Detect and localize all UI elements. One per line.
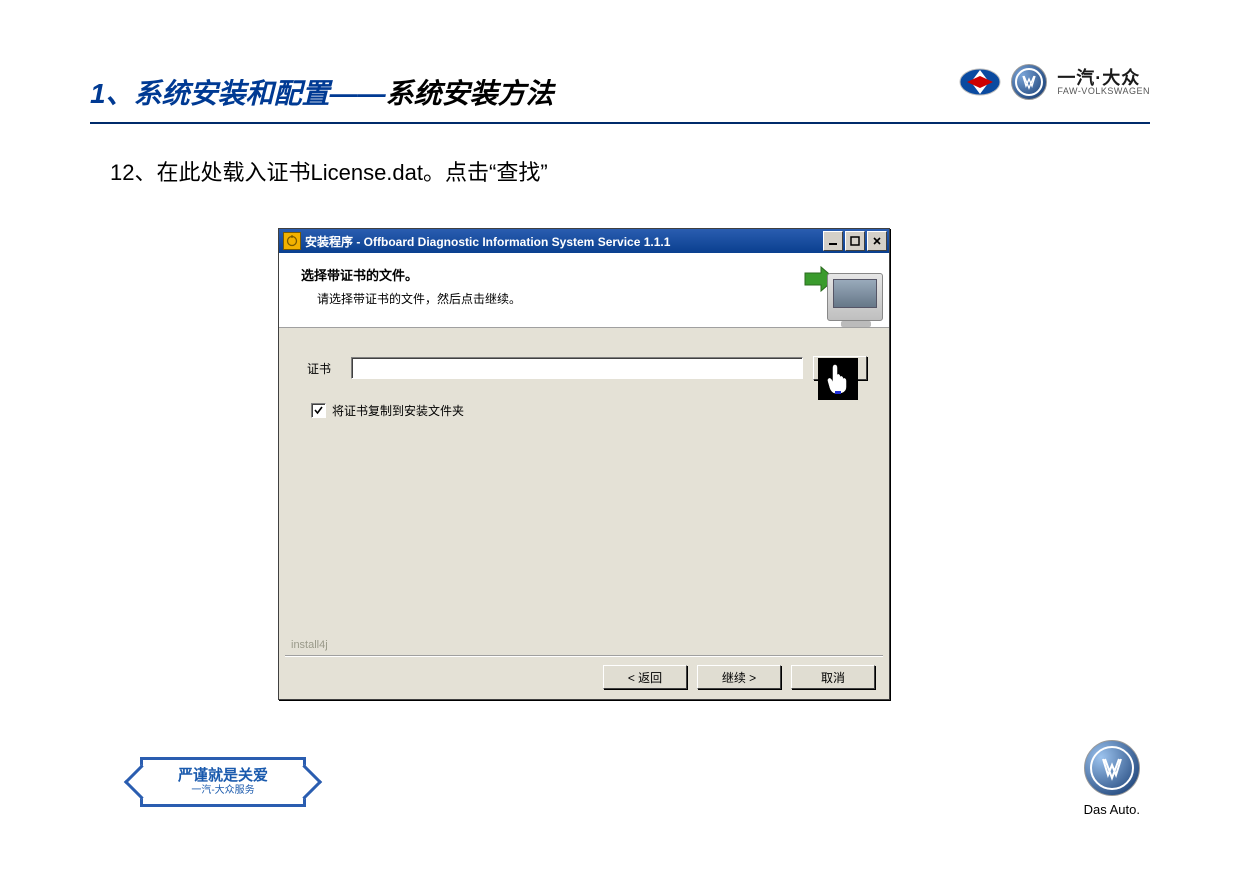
dialog-body: 证书 查找 将证书复制到安装文件夹 bbox=[279, 328, 889, 419]
service-badge: 严谨就是关爱 一汽-大众服务 bbox=[140, 757, 306, 807]
cancel-button[interactable]: 取消 bbox=[791, 665, 875, 689]
installer-dialog: 安装程序 - Offboard Diagnostic Information S… bbox=[278, 228, 890, 700]
title-rule bbox=[90, 122, 1150, 124]
titlebar[interactable]: 安装程序 - Offboard Diagnostic Information S… bbox=[279, 229, 889, 253]
title-blue: 系统安装和配置—— bbox=[134, 78, 386, 109]
next-button[interactable]: 继续 > bbox=[697, 665, 781, 689]
vw-logo-icon bbox=[1011, 64, 1047, 100]
vw-logo-bottom: Das Auto. bbox=[1084, 740, 1140, 817]
maximize-button[interactable] bbox=[845, 231, 865, 251]
das-auto-text: Das Auto. bbox=[1084, 802, 1140, 817]
certificate-input[interactable] bbox=[351, 357, 803, 379]
header-title: 选择带证书的文件。 bbox=[301, 265, 873, 284]
step-instruction: 12、在此处载入证书License.dat。点击“查找” bbox=[110, 155, 548, 187]
separator bbox=[285, 655, 883, 657]
vw-logo-large-icon bbox=[1084, 740, 1140, 796]
faw-emblem-icon bbox=[959, 66, 1001, 98]
hand-cursor-icon bbox=[825, 363, 851, 395]
faw-cn: 一汽·大众 bbox=[1057, 69, 1150, 87]
title-black: 系统安装方法 bbox=[386, 78, 554, 109]
copy-checkbox[interactable] bbox=[311, 403, 326, 418]
back-button[interactable]: < 返回 bbox=[603, 665, 687, 689]
header-subtitle: 请选择带证书的文件，然后点击继续。 bbox=[317, 290, 873, 307]
faw-brand-text: 一汽·大众 FAW-VOLKSWAGEN bbox=[1057, 69, 1150, 96]
header-panel: 选择带证书的文件。 请选择带证书的文件，然后点击继续。 bbox=[279, 253, 889, 328]
cursor-overlay bbox=[818, 358, 858, 400]
check-icon bbox=[313, 405, 324, 416]
logo-group-top: 一汽·大众 FAW-VOLKSWAGEN bbox=[959, 64, 1150, 100]
copy-checkbox-label: 将证书复制到安装文件夹 bbox=[332, 402, 464, 419]
title-number: 1、 bbox=[90, 78, 134, 109]
badge-slogan: 严谨就是关爱 bbox=[178, 768, 268, 785]
badge-sub: 一汽-大众服务 bbox=[191, 785, 254, 796]
installer-brand: install4j bbox=[291, 639, 328, 651]
window-title: 安装程序 - Offboard Diagnostic Information S… bbox=[305, 233, 670, 250]
minimize-button[interactable] bbox=[823, 231, 843, 251]
header-graphic bbox=[803, 259, 883, 321]
installer-icon bbox=[283, 232, 301, 250]
faw-en: FAW-VOLKSWAGEN bbox=[1057, 87, 1150, 96]
close-button[interactable] bbox=[867, 231, 887, 251]
certificate-label: 证书 bbox=[307, 360, 341, 377]
